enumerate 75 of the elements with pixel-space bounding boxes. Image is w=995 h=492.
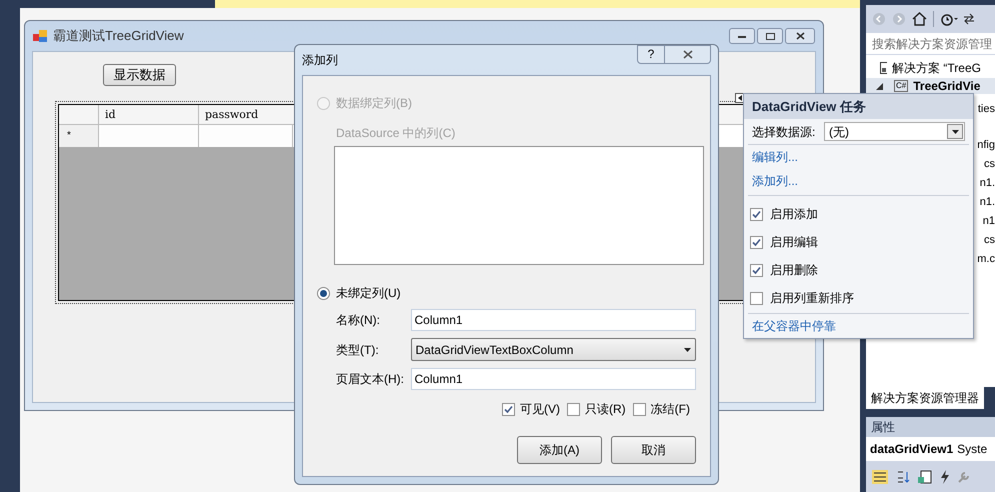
datasource-dropdown[interactable]: (无) [824,122,965,141]
maximize-button[interactable] [757,28,783,44]
checkbox[interactable] [750,208,763,220]
sort-icon[interactable] [896,470,910,484]
tree-item[interactable]: n1. [980,193,995,212]
dialog-title: 添加列 [302,52,338,69]
minimize-button[interactable] [729,28,755,44]
object-type: Syste [957,441,988,458]
app-icon [33,30,47,42]
categorized-icon[interactable] [872,470,888,484]
option-label: 启用编辑 [770,234,818,251]
csharp-project-icon: C# [894,80,908,92]
option-label: 启用添加 [770,206,818,223]
home-icon[interactable] [912,12,927,26]
close-icon [682,50,692,59]
column-header[interactable]: id [99,105,199,124]
checkbox-label: 可见(V) [520,401,560,418]
dock-link[interactable]: 在父容器中停靠 [752,314,836,338]
source-columns-label: DataSource 中的列(C) [336,125,456,142]
tree-item[interactable]: cs [984,231,995,250]
add-button[interactable]: 添加(A) [517,436,602,464]
checkbox[interactable] [750,264,763,276]
option-label: 启用列重新排序 [770,290,854,307]
source-columns-list[interactable] [334,146,704,265]
checkbox-label: 只读(R) [585,401,626,418]
tree-item[interactable]: TreeGridVie [913,79,980,93]
checkbox[interactable] [632,402,646,416]
help-button[interactable]: ? [637,45,665,64]
object-name: dataGridView1 [870,441,954,458]
panel-tab[interactable]: 解决方案资源管理器 [866,387,984,409]
lightning-icon[interactable] [940,470,950,484]
history-icon[interactable] [940,12,958,26]
search-field[interactable]: 搜索解决方案资源管理 [866,33,995,55]
input-field[interactable]: Column1 [410,368,696,390]
checkbox[interactable] [750,236,763,248]
properties-icon[interactable] [918,470,932,484]
dropdown-arrow-icon [952,130,958,134]
close-button[interactable] [785,28,815,44]
maximize-icon [766,32,774,40]
checkbox[interactable] [567,402,580,416]
field-label: 名称(N): [336,312,381,329]
radio-label: 未绑定列(U) [336,285,401,302]
solution-icon [880,62,888,74]
task-link[interactable]: 编辑列... [752,145,798,169]
field-label: 类型(T): [336,342,380,358]
type-dropdown[interactable]: DataGridViewTextBoxColumn [410,338,696,361]
close-icon [796,32,804,40]
input-field[interactable]: Column1 [410,309,696,331]
tasks-title: DataGridView 任务 [744,94,973,119]
sync-icon[interactable] [964,13,974,25]
tree-item[interactable]: n1. [980,174,995,193]
task-link[interactable]: 添加列... [752,169,798,193]
tree-item[interactable]: ties [978,100,995,119]
minimize-icon [738,34,746,38]
radio-button[interactable] [317,286,330,300]
properties-header: 属性 [866,417,995,437]
row-marker: * [59,125,99,147]
tree-item[interactable]: n1 [982,212,995,231]
tree-item[interactable]: 解决方案 “TreeG [892,59,981,77]
field-label: 页眉文本(H): [336,371,405,388]
checkbox[interactable] [502,402,515,416]
expanded-icon[interactable] [876,82,883,90]
radio-label: 数据绑定列(B) [336,95,412,112]
tree-item[interactable]: m.c [977,250,995,269]
datasource-label: 选择数据源: [752,124,816,140]
tree-item[interactable]: cs [984,155,995,174]
tree-item[interactable]: nfig [977,136,995,155]
dropdown-arrow-icon [684,348,691,352]
show-data-button[interactable]: 显示数据 [103,64,176,86]
window-title: 霸道测试TreeGridView [53,27,184,46]
cancel-button[interactable]: 取消 [611,436,696,464]
checkbox[interactable] [750,292,763,304]
close-button[interactable] [665,45,711,64]
option-label: 启用删除 [770,262,818,279]
checkbox-label: 冻结(F) [650,401,690,418]
